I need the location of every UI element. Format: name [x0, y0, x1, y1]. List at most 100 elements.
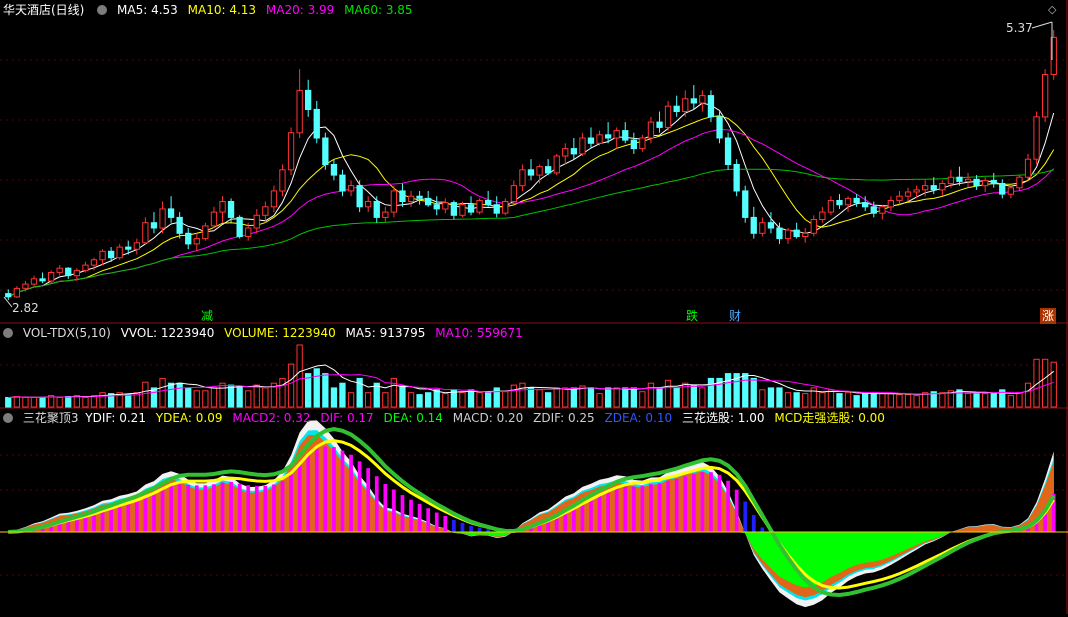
volume-bar	[913, 395, 920, 408]
volume-bar	[467, 389, 475, 408]
candle-body	[673, 105, 680, 112]
volume-bar	[596, 393, 603, 408]
ma5-label: MA5: 4.53	[117, 3, 178, 17]
candle-body	[930, 185, 937, 191]
candle-body	[99, 250, 106, 261]
volume-bar	[647, 382, 655, 408]
volume-bar	[253, 384, 260, 408]
signal-marker: 财	[729, 309, 742, 323]
volume-bar	[699, 387, 706, 408]
ydif-label: YDIF: 0.21	[85, 411, 146, 425]
volume-bar	[245, 390, 252, 408]
candle-body	[724, 137, 732, 165]
ma10-line	[8, 115, 1055, 298]
candle-body	[759, 222, 766, 234]
candle-body	[296, 89, 303, 134]
candle-body	[330, 164, 338, 176]
candle-body	[390, 190, 398, 213]
volume-bar	[30, 397, 38, 408]
low-price-label: 2.82	[12, 301, 39, 315]
volume-bar	[553, 387, 560, 408]
volume-bar	[664, 379, 672, 408]
volume-bar	[536, 389, 543, 408]
volume-bar	[5, 397, 12, 408]
candle-body	[939, 183, 946, 191]
candle-body	[65, 267, 72, 277]
candle-body	[802, 232, 809, 238]
chart-area[interactable]	[0, 0, 1068, 617]
candle-body	[365, 201, 372, 208]
candle-body	[879, 206, 886, 214]
candle-body	[425, 197, 432, 206]
volume-bar	[425, 392, 432, 408]
volume-bar	[185, 387, 192, 408]
volume-bar	[870, 392, 877, 408]
volume-bar	[1050, 361, 1057, 408]
candle-body	[108, 250, 115, 259]
signal-marker: 减	[201, 309, 214, 323]
volume-bar	[562, 387, 569, 408]
candle-body	[776, 227, 783, 240]
zdif-label: ZDIF: 0.25	[533, 411, 595, 425]
settings-dot-icon[interactable]	[3, 328, 13, 338]
volume-bar	[365, 392, 372, 408]
volume-bar	[1042, 358, 1049, 408]
candle-body	[904, 191, 912, 197]
candle-body	[270, 190, 278, 208]
volume-bar	[973, 393, 980, 408]
candle-body	[13, 287, 20, 298]
candle-body	[407, 195, 415, 202]
candle-body	[827, 200, 835, 213]
candle-body	[48, 272, 55, 282]
candle-body	[193, 238, 200, 245]
signal-marker: 涨	[1040, 308, 1057, 324]
volume-bar	[587, 387, 595, 408]
volume-bar	[125, 394, 132, 408]
volume-bar	[802, 393, 809, 408]
signal-marker: 跌	[686, 309, 699, 323]
volume-bar	[433, 389, 440, 408]
volume-bar	[613, 387, 620, 408]
dif-label: DIF: 0.17	[320, 411, 374, 425]
candle-body	[656, 121, 663, 128]
candle-body	[125, 246, 132, 250]
volume-bar	[767, 387, 775, 408]
volume-bar	[1016, 392, 1023, 408]
candle-body	[956, 176, 963, 182]
candle-body	[399, 190, 406, 202]
candle-body	[793, 229, 800, 238]
macd-label: MACD: 0.20	[452, 411, 524, 425]
volume-bar	[896, 394, 903, 408]
volume-bar	[990, 393, 997, 408]
volume-bar	[527, 387, 535, 408]
diamond-icon[interactable]: ◇	[1048, 3, 1056, 16]
indicator-pane-header: 三花聚顶3 YDIF: 0.21 YDEA: 0.09 MACD2: 0.32 …	[0, 410, 891, 426]
candle-body	[562, 148, 569, 157]
volume-bar	[236, 385, 243, 408]
candle-body	[690, 98, 698, 104]
volume-bar	[476, 392, 483, 408]
candle-body	[82, 264, 89, 271]
candle-body	[870, 206, 877, 214]
candle-body	[253, 214, 260, 229]
volume-bar	[862, 393, 869, 408]
volume-bar	[262, 387, 269, 408]
kline-chart[interactable]	[0, 0, 1068, 614]
candle-body	[545, 166, 552, 174]
candle-body	[742, 190, 749, 218]
volume-bar	[330, 387, 338, 408]
volume-bar	[545, 392, 552, 408]
volume-label: VOLUME: 1223940	[224, 326, 336, 340]
volume-bar	[416, 394, 423, 408]
candle-body	[450, 202, 458, 216]
volume-bar	[656, 387, 663, 408]
candle-body	[493, 204, 500, 214]
candle-body	[527, 169, 535, 176]
volume-bar	[776, 387, 783, 408]
settings-dot-icon[interactable]	[97, 5, 108, 15]
volume-bar	[1024, 382, 1032, 408]
volume-bar	[827, 389, 835, 408]
settings-dot-icon[interactable]	[3, 413, 13, 423]
volume-bar	[339, 382, 346, 408]
volume-bar	[13, 396, 20, 408]
